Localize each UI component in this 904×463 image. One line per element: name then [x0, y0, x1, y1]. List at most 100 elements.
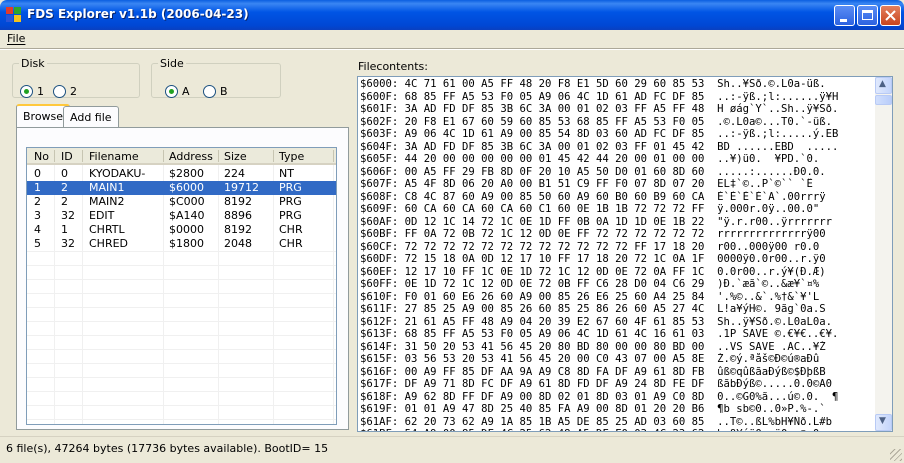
scroll-thumb[interactable] [875, 95, 892, 105]
cell-filename: MAIN2 [89, 195, 125, 208]
column-size[interactable]: Size [224, 150, 247, 163]
cell-size: 2048 [224, 237, 252, 250]
side-a-label: A [182, 85, 190, 98]
hex-line: $614F: 31 50 20 53 41 56 45 20 80 BD 80 … [360, 340, 826, 353]
cell-address: $6000 [169, 181, 204, 194]
title-bar[interactable]: FDS Explorer v1.1b (2006-04-23) [0, 0, 904, 30]
maximize-button[interactable] [857, 5, 878, 26]
radio-selected-icon [20, 85, 33, 98]
tab-add-file[interactable]: Add file [63, 106, 119, 128]
table-row[interactable]: 3 32 EDIT $A140 8896 PRG [27, 209, 336, 223]
menu-divider [0, 48, 904, 50]
hex-line: $606F: 00 A5 FF 29 FB 8D 0F 20 10 A5 50 … [360, 165, 826, 178]
column-divider [163, 150, 164, 162]
file-list-header: No ID Filename Address Size Type [27, 148, 336, 165]
hex-line: $610F: F0 01 60 E6 26 60 A9 00 85 26 E6 … [360, 290, 820, 303]
filecontents-hex-view[interactable]: $6000: 4C 71 61 00 A5 FF 48 20 F8 E1 5D … [357, 76, 893, 432]
cell-id: 0 [61, 167, 68, 180]
cell-filename: MAIN1 [89, 181, 125, 194]
disk-1-label: 1 [37, 85, 44, 98]
chevron-up-icon: ▲ [879, 79, 886, 89]
radio-selected-icon [165, 85, 178, 98]
grid-line [27, 321, 336, 322]
table-row[interactable]: 5 32 CHRED $1800 2048 CHR [27, 237, 336, 251]
side-b-label: B [220, 85, 228, 98]
column-filename[interactable]: Filename [89, 150, 139, 163]
side-a-radio[interactable]: A [165, 85, 190, 98]
hex-line: $60EF: 12 17 10 FF 1C 0E 1D 72 1C 12 0D … [360, 265, 826, 278]
cell-size: 8192 [224, 223, 252, 236]
minimize-button[interactable] [834, 5, 855, 26]
side-legend: Side [160, 57, 184, 70]
resize-grip-icon[interactable] [890, 449, 902, 461]
file-list[interactable]: No ID Filename Address Size Type 0 0 KYODA… [26, 147, 337, 425]
disk-2-label: 2 [70, 85, 77, 98]
cell-address: $2800 [169, 167, 204, 180]
cell-filename: CHRED [89, 237, 129, 250]
hex-line: $60AF: 0D 12 1C 14 72 1C 0E 1D FF 0B 0A … [360, 215, 832, 228]
hex-line: $60CF: 72 72 72 72 72 72 72 72 72 72 72 … [360, 240, 820, 253]
grid-line [27, 377, 336, 378]
cell-address: $A140 [169, 209, 205, 222]
cell-id: 32 [61, 237, 75, 250]
column-no[interactable]: No [34, 150, 49, 163]
hex-line: $615F: 03 56 53 20 53 41 56 45 20 00 C0 … [360, 353, 820, 365]
column-divider [218, 150, 219, 162]
column-divider [333, 150, 334, 162]
cell-no: 0 [34, 167, 41, 180]
cell-filename: EDIT [89, 209, 115, 222]
menu-file[interactable]: File [7, 32, 25, 45]
browse-panel: No ID Filename Address Size Type 0 0 KYODA… [16, 127, 349, 430]
column-type[interactable]: Type [279, 150, 304, 163]
hex-line: $601F: 3A AD FD DF 85 3B 6C 3A 00 01 02 … [360, 103, 839, 115]
cell-filename: CHRTL [89, 223, 125, 236]
cell-id: 2 [61, 181, 68, 194]
column-address[interactable]: Address [169, 150, 213, 163]
hex-line: $611F: 27 85 25 A9 00 85 26 60 85 25 86 … [360, 303, 826, 315]
column-divider [82, 150, 83, 162]
hex-line: $603F: A9 06 4C 1D 61 A9 00 85 54 8D 03 … [360, 128, 839, 140]
hex-line: $602F: 20 F8 E1 67 60 59 60 85 53 68 85 … [360, 115, 832, 128]
cell-no: 1 [34, 181, 41, 194]
hex-line: $60DF: 72 15 18 0A 0D 12 17 10 FF 17 18 … [360, 253, 826, 265]
scroll-up-button[interactable]: ▲ [875, 77, 892, 94]
cell-type: NT [279, 167, 294, 180]
disk-1-radio[interactable]: 1 [20, 85, 44, 98]
disk-group: Disk 1 2 [12, 57, 140, 98]
cell-type: CHR [279, 223, 303, 236]
chevron-down-icon: ▼ [879, 416, 886, 426]
grid-line [27, 279, 336, 280]
column-id[interactable]: ID [61, 150, 73, 163]
cell-filename: KYODAKU- [89, 167, 146, 180]
table-row[interactable]: 0 0 KYODAKU- $2800 224 NT [27, 167, 336, 181]
grid-line [27, 251, 336, 252]
cell-type: PRG [279, 195, 302, 208]
cell-type: CHR [279, 237, 303, 250]
table-row[interactable]: 1 2 MAIN1 $6000 19712 PRG [27, 181, 336, 195]
hex-line: $600F: 68 85 FF A5 53 F0 05 A9 06 4C 1D … [360, 90, 839, 103]
tab-browse[interactable]: Browse [16, 104, 71, 127]
window-title: FDS Explorer v1.1b (2006-04-23) [27, 7, 249, 21]
hex-line: $61BF: 54 A9 00 85 DF 4C 25 62 48 A5 DF … [360, 428, 874, 431]
side-b-radio[interactable]: B [203, 85, 228, 98]
cell-id: 2 [61, 195, 68, 208]
cell-size: 19712 [224, 181, 259, 194]
disk-2-radio[interactable]: 2 [53, 85, 77, 98]
hex-scrollbar[interactable]: ▲ ▼ [875, 77, 892, 431]
grid-line [27, 419, 336, 420]
hex-line: $60FF: 0E 1D 72 1C 12 0D 0E 72 0B FF C6 … [360, 278, 820, 290]
grid-line [27, 265, 336, 266]
app-icon [6, 7, 22, 23]
hex-line: $609F: 60 CA 60 CA 60 CA 60 C1 60 0E 1B … [360, 203, 820, 215]
cell-id: 1 [61, 223, 68, 236]
cell-no: 4 [34, 223, 41, 236]
table-row[interactable]: 4 1 CHRTL $0000 8192 CHR [27, 223, 336, 237]
hex-line: $6000: 4C 71 61 00 A5 FF 48 20 F8 E1 5D … [360, 78, 826, 90]
hex-line: $608F: C8 4C 87 60 A9 00 85 50 60 A9 60 … [360, 190, 826, 203]
grid-line [27, 293, 336, 294]
table-row[interactable]: 2 2 MAIN2 $C000 8192 PRG [27, 195, 336, 209]
cell-id: 32 [61, 209, 75, 222]
grid-line [27, 307, 336, 308]
scroll-down-button[interactable]: ▼ [875, 414, 892, 431]
close-button[interactable] [880, 5, 901, 26]
